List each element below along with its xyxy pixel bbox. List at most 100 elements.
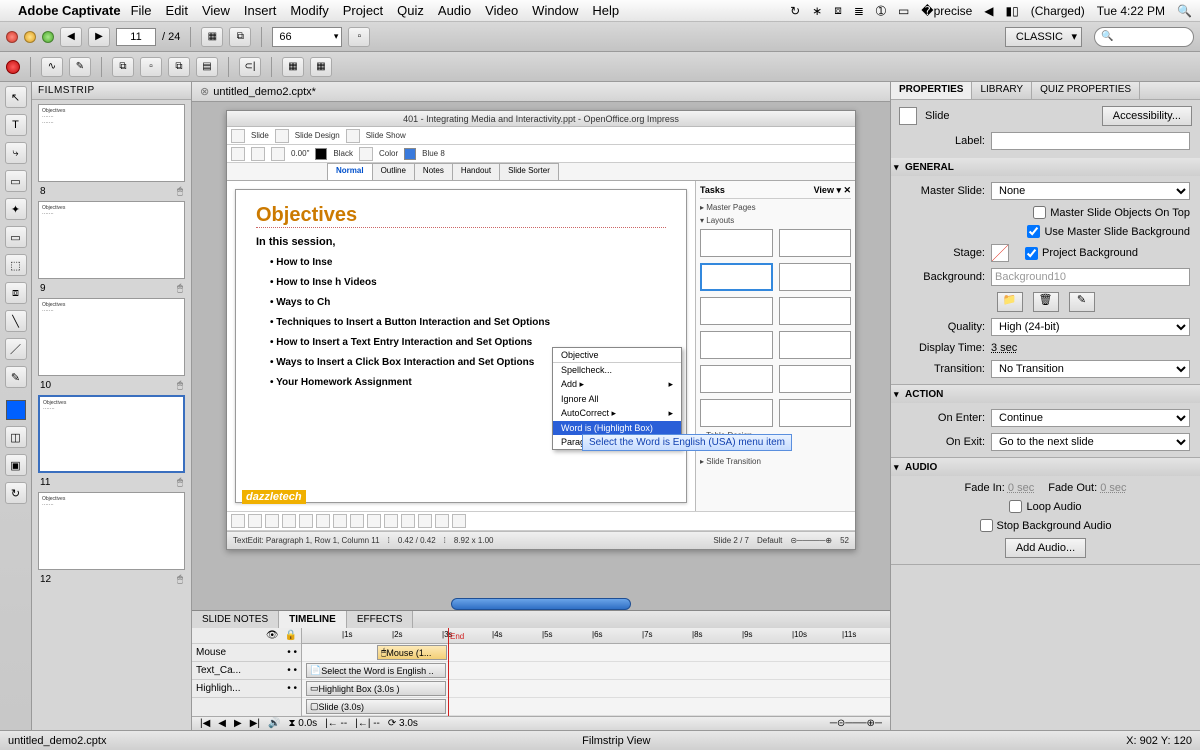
tb2-grid-icon[interactable]: ▦ — [282, 57, 304, 77]
tb2-audio-icon[interactable]: ∿ — [41, 57, 63, 77]
bg-edit-button[interactable]: ✎ — [1069, 292, 1095, 312]
layout-thumb[interactable] — [779, 399, 852, 427]
close-icon[interactable]: ⊗ — [200, 85, 209, 98]
menu-project[interactable]: Project — [343, 3, 383, 18]
track-highlight[interactable]: Highligh...• • — [192, 680, 301, 698]
tb2-wand-icon[interactable]: ✎ — [69, 57, 91, 77]
layout-thumb-selected[interactable] — [700, 263, 773, 291]
clip-text-caption[interactable]: 📄 Select the Word is English .. — [306, 663, 446, 678]
tb2-grid2-icon[interactable]: ▦ — [310, 57, 332, 77]
show-icon[interactable] — [346, 129, 360, 143]
fade-out-value[interactable]: 0 sec — [1100, 482, 1126, 494]
filmstrip-slide[interactable]: Objectives······· — [38, 492, 185, 570]
quality-select[interactable]: High (24-bit) — [991, 318, 1190, 336]
tab-sorter[interactable]: Slide Sorter — [499, 163, 559, 180]
stage-color-swatch[interactable] — [991, 244, 1009, 262]
stage-scrollbar[interactable] — [451, 598, 631, 610]
cb-project-bg[interactable] — [1025, 247, 1038, 260]
transition-select[interactable]: No Transition — [991, 360, 1190, 378]
bluetooth-icon[interactable]: ∗ — [812, 4, 822, 18]
tab-library[interactable]: LIBRARY — [972, 82, 1032, 99]
tl-last-button[interactable]: ▶| — [250, 718, 260, 729]
window-traffic-lights[interactable] — [6, 31, 54, 43]
filmstrip-slide-selected[interactable]: Objectives······· — [38, 395, 185, 473]
layout-thumb[interactable] — [779, 297, 852, 325]
tab-outline[interactable]: Outline — [372, 163, 415, 180]
layout-thumb[interactable] — [779, 263, 852, 291]
tb2-dup-icon[interactable]: ⧉ — [168, 57, 190, 77]
clock-icon[interactable]: ➀ — [876, 4, 886, 18]
layout-thumb[interactable] — [700, 229, 773, 257]
tab-properties[interactable]: PROPERTIES — [891, 82, 972, 99]
tab-timeline[interactable]: TIMELINE — [279, 611, 347, 628]
tl-snap-b[interactable]: |←| -- — [355, 718, 380, 729]
fill-swatch[interactable] — [6, 400, 26, 420]
document-tab[interactable]: ⊗untitled_demo2.cptx* — [192, 82, 890, 102]
text-caption-tool[interactable]: T — [5, 114, 27, 136]
interaction-tool[interactable]: ⧈ — [5, 282, 27, 304]
tool-icon-c[interactable]: ▫ — [348, 27, 370, 47]
filmstrip-slide[interactable]: Objectives······· — [38, 201, 185, 279]
pointer-tool[interactable]: ↖ — [5, 86, 27, 108]
slide-number-input[interactable] — [116, 28, 156, 46]
section-audio[interactable]: AUDIO — [891, 458, 1200, 476]
wifi-icon[interactable]: �precise — [921, 4, 972, 18]
line-tool[interactable]: ╲ — [5, 310, 27, 332]
ctx-item[interactable]: Add ▸▸ — [553, 377, 681, 392]
layout-thumb[interactable] — [779, 365, 852, 393]
misc-tool-a[interactable]: ◫ — [5, 426, 27, 448]
clip-highlight[interactable]: ▭ Highlight Box (3.0s ) — [306, 681, 446, 696]
sync-icon[interactable]: ↻ — [790, 4, 800, 18]
tl-first-button[interactable]: |◀ — [200, 718, 210, 729]
volume-icon[interactable]: ◀ — [984, 4, 993, 18]
cb-stop-bg-audio[interactable] — [980, 519, 993, 532]
clip-slide[interactable]: ▢ Slide (3.0s) — [306, 699, 446, 714]
layout-thumb[interactable] — [700, 365, 773, 393]
tab-effects[interactable]: EFFECTS — [347, 611, 414, 628]
highlight-tool[interactable]: ▭ — [5, 170, 27, 192]
tab-normal[interactable]: Normal — [327, 163, 373, 180]
menu-insert[interactable]: Insert — [244, 3, 277, 18]
tab-handout[interactable]: Handout — [452, 163, 500, 180]
menu-extra-icon[interactable]: ≣ — [854, 4, 864, 18]
bg-delete-button[interactable]: 🗑 — [1033, 292, 1059, 312]
layout-thumb[interactable] — [779, 331, 852, 359]
cb-loop-audio[interactable] — [1009, 500, 1022, 513]
clock-label[interactable]: Tue 4:22 PM — [1097, 4, 1165, 18]
tasks-slide-trans[interactable]: ▸ Slide Transition — [700, 457, 851, 466]
nav-prev-button[interactable]: ◀ — [60, 27, 82, 47]
menu-audio[interactable]: Audio — [438, 3, 471, 18]
cb-use-master-bg[interactable] — [1027, 225, 1040, 238]
tl-prev-button[interactable]: ◀ — [218, 718, 226, 729]
line2-tool[interactable]: ／ — [5, 338, 27, 360]
on-enter-select[interactable]: Continue — [991, 409, 1190, 427]
menu-video[interactable]: Video — [485, 3, 518, 18]
timeline-playhead[interactable] — [448, 628, 449, 716]
misc-tool-b[interactable]: ▣ — [5, 454, 27, 476]
layout-thumb[interactable] — [700, 399, 773, 427]
master-slide-select[interactable]: None — [991, 182, 1190, 200]
accessibility-button[interactable]: Accessibility... — [1102, 106, 1192, 126]
section-action[interactable]: ACTION — [891, 385, 1200, 403]
add-audio-button[interactable]: Add Audio... — [1005, 538, 1086, 558]
ctx-item[interactable]: Objective — [553, 348, 681, 362]
tasks-layouts[interactable]: ▾ Layouts — [700, 216, 851, 225]
spotlight-icon[interactable]: 🔍 — [1177, 4, 1192, 18]
display-icon[interactable]: ▭ — [898, 4, 909, 18]
menu-view[interactable]: View — [202, 3, 230, 18]
design-icon[interactable] — [275, 129, 289, 143]
tab-slide-notes[interactable]: SLIDE NOTES — [192, 611, 279, 628]
menu-edit[interactable]: Edit — [166, 3, 188, 18]
battery-icon[interactable]: ▮▯ — [1006, 4, 1019, 18]
menu-window[interactable]: Window — [532, 3, 578, 18]
menu-quiz[interactable]: Quiz — [397, 3, 424, 18]
lock-icon[interactable]: 🔒 — [285, 630, 297, 641]
tb2-page-icon[interactable]: ▫ — [140, 57, 162, 77]
tool-icon-b[interactable]: ⧉ — [229, 27, 251, 47]
slide-icon[interactable] — [231, 129, 245, 143]
zoom-tool[interactable]: ✦ — [5, 198, 27, 220]
ctx-item-highlighted[interactable]: Word is (Highlight Box) — [553, 421, 681, 435]
menu-file[interactable]: File — [131, 3, 152, 18]
tl-snap-a[interactable]: |← -- — [325, 718, 347, 729]
tb2-caption-icon[interactable]: ⊂| — [239, 57, 261, 77]
